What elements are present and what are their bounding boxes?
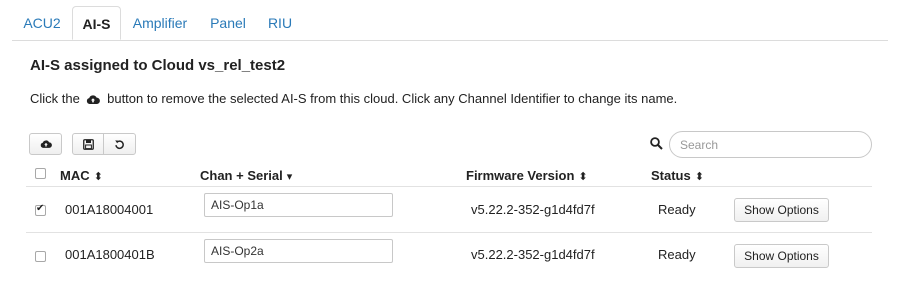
column-header-mac-label: MAC [60,168,90,183]
sort-icon: ⬍ [578,171,588,183]
row-checkbox[interactable] [35,251,46,262]
save-icon [82,138,94,150]
column-header-status[interactable]: Status ⬍ [651,168,704,183]
mac-cell: 001A1800401B [65,247,155,262]
desc-text-end: button to remove the selected AI-S from … [107,91,678,106]
column-header-chan-label: Chan + Serial [200,168,283,183]
mac-cell: 001A18004001 [65,202,154,217]
tab-riu[interactable]: RIU [261,6,299,40]
firmware-cell: v5.22.2-352-g1d4fd7f [471,247,595,262]
tab-acu2[interactable]: ACU2 [12,6,72,40]
channel-identifier-input[interactable] [204,239,393,263]
show-options-button[interactable]: Show Options [734,198,829,222]
cloud-icon [40,139,52,149]
row-divider [26,232,872,233]
tab-panel[interactable]: Panel [203,6,253,40]
desc-text-start: Click the [30,91,80,106]
refresh-icon [114,139,125,150]
cloud-icon [86,93,101,108]
save-button[interactable] [72,133,104,155]
status-cell: Ready [658,247,696,262]
select-all-checkbox[interactable] [35,168,46,179]
sort-icon: ⬍ [93,171,103,183]
column-header-status-label: Status [651,168,691,183]
header-divider [26,186,872,187]
channel-identifier-input[interactable] [204,193,393,217]
search-icon [650,137,663,155]
show-options-button[interactable]: Show Options [734,244,829,268]
row-checkbox[interactable] [35,203,46,216]
tab-bar: ACU2 AI-S Amplifier Panel RIU [12,6,888,41]
firmware-cell: v5.22.2-352-g1d4fd7f [471,202,595,217]
section-title: AI-S assigned to Cloud vs_rel_test2 [30,57,286,74]
status-cell: Ready [658,202,696,217]
page: ACU2 AI-S Amplifier Panel RIU AI-S assig… [0,0,900,291]
sort-desc-icon: ▾ [286,171,293,183]
remove-from-cloud-button[interactable] [29,133,62,155]
column-header-mac[interactable]: MAC ⬍ [60,168,103,183]
sort-icon: ⬍ [694,171,704,183]
tab-ai-s[interactable]: AI-S [72,6,121,40]
search-input[interactable] [669,131,872,158]
tab-amplifier[interactable]: Amplifier [124,6,196,40]
column-header-chan-serial[interactable]: Chan + Serial ▾ [200,168,292,183]
refresh-button[interactable] [103,133,136,155]
column-header-firmware[interactable]: Firmware Version ⬍ [466,168,588,183]
section-description: Click the button to remove the selected … [30,91,677,108]
column-header-firmware-label: Firmware Version [466,168,575,183]
